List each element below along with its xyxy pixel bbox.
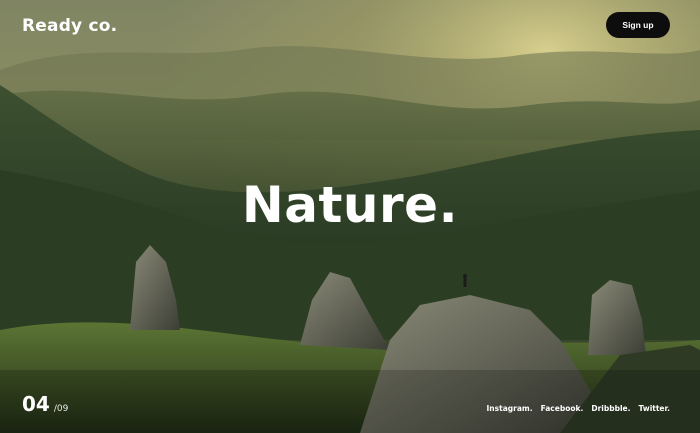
instagram-link[interactable]: Instagram. bbox=[487, 404, 533, 413]
slide-total-number: /09 bbox=[53, 404, 69, 414]
hero-section: Ready co. Sign up Nature. 04 /09 Instagr… bbox=[0, 0, 700, 433]
hero-headline: Nature. bbox=[241, 176, 459, 234]
slide-counter: 04 /09 bbox=[22, 392, 68, 416]
social-links: Instagram. Facebook. Dribbble. Twitter. bbox=[487, 404, 670, 413]
sign-up-button[interactable]: Sign up bbox=[606, 12, 670, 38]
dribbble-link[interactable]: Dribbble. bbox=[591, 404, 630, 413]
twitter-link[interactable]: Twitter. bbox=[638, 404, 670, 413]
slide-current-number: 04 bbox=[22, 392, 50, 416]
brand-logo[interactable]: Ready co. bbox=[22, 16, 117, 36]
facebook-link[interactable]: Facebook. bbox=[541, 404, 584, 413]
